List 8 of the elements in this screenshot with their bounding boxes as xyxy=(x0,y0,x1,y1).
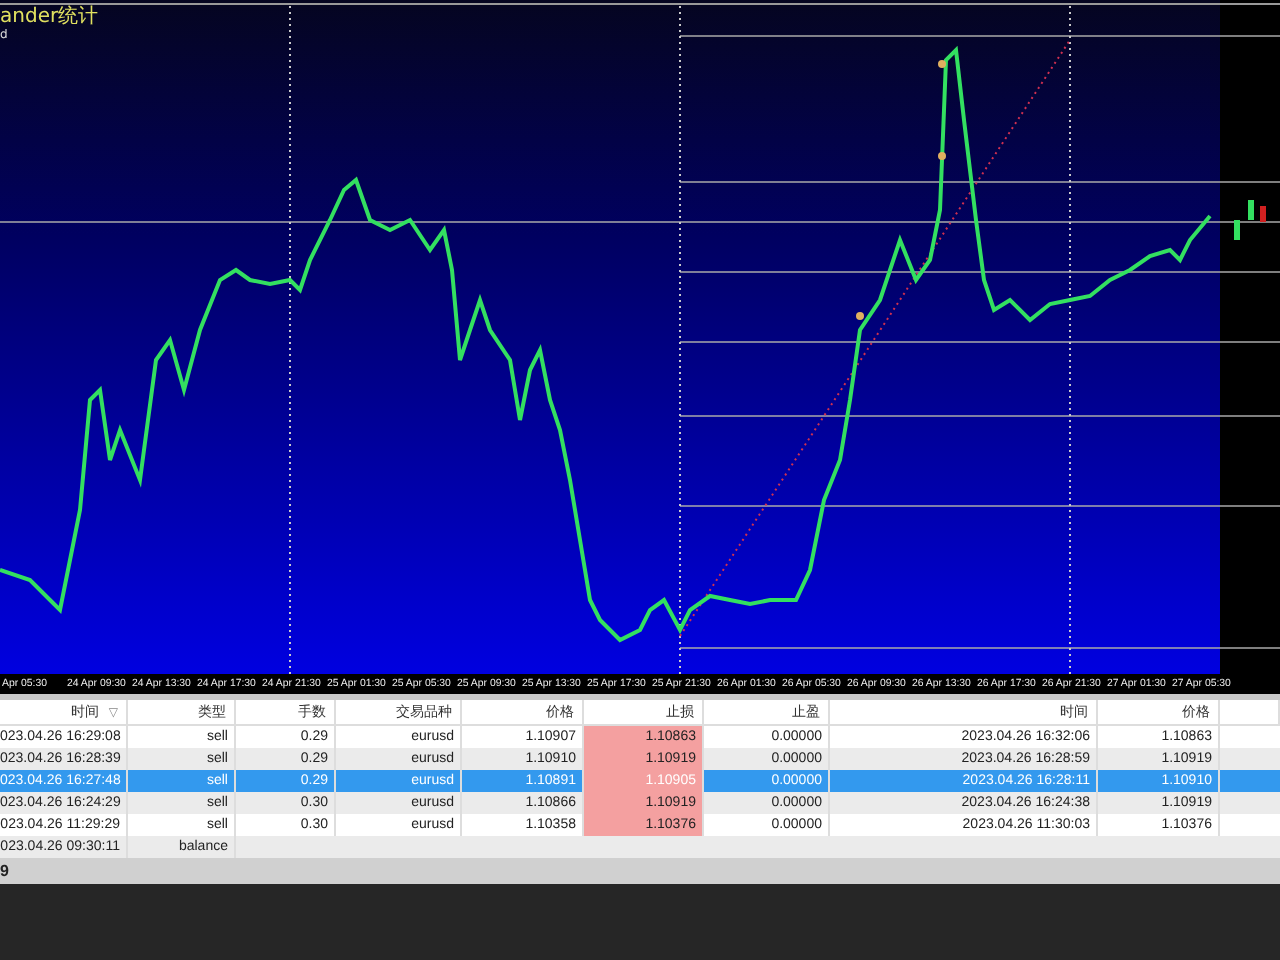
footer-text: 9 xyxy=(0,862,9,880)
trade-marker-icon xyxy=(938,60,946,68)
trade-marker-icon xyxy=(856,312,864,320)
candle xyxy=(1234,220,1240,240)
indicator-label: ander统计 xyxy=(0,6,99,28)
candle xyxy=(1260,206,1266,222)
candle xyxy=(1248,200,1254,220)
trade-marker-icon xyxy=(938,152,946,160)
